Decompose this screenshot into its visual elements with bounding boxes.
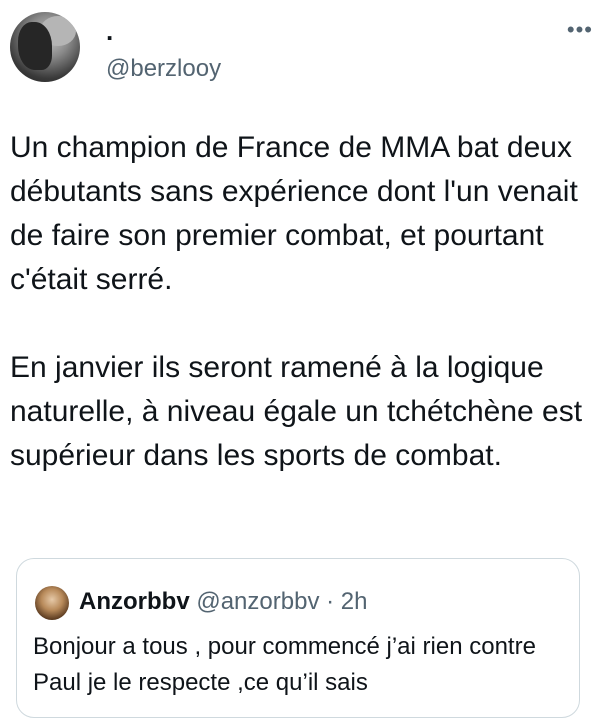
quoted-author-name[interactable]: Anzorbbv (79, 588, 190, 615)
header-separator: · (326, 588, 335, 615)
quoted-tweet-time[interactable]: 2h (341, 588, 368, 615)
tweet-text: Un champion de France de MMA bat deux dé… (10, 131, 583, 472)
author-handle[interactable]: @berzlooy (106, 54, 221, 84)
quoted-author-avatar[interactable] (35, 586, 69, 620)
quoted-tweet-text: Bonjour a tous , pour commencé j’ai rien… (33, 633, 536, 696)
quoted-tweet[interactable]: Anzorbbv @anzorbbv · 2h Bonjour a tous ,… (16, 558, 580, 718)
quoted-tweet-header: Anzorbbv @anzorbbv · 2h (79, 587, 367, 617)
author-display-name[interactable]: . (106, 18, 113, 44)
author-avatar[interactable] (10, 12, 80, 82)
quoted-author-handle[interactable]: @anzorbbv (196, 588, 319, 615)
more-options-icon[interactable]: ••• (567, 19, 593, 41)
avatar-image-part (18, 22, 52, 70)
